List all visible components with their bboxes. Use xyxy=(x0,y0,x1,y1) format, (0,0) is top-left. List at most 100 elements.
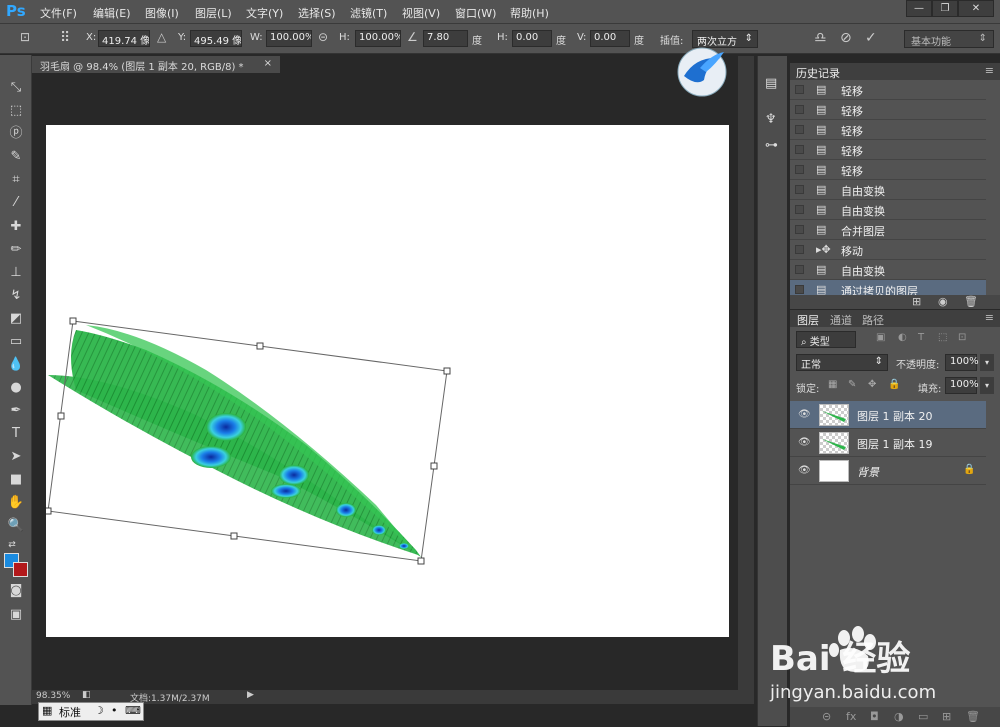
history-source-checkbox[interactable] xyxy=(795,285,804,294)
history-state[interactable]: ▤ 轻移 xyxy=(790,80,986,100)
layer-row[interactable]: 👁 背景 🔒 xyxy=(790,457,986,485)
horizontal-skew-field[interactable]: 0.00 xyxy=(512,30,552,47)
cancel-transform-icon[interactable]: ⊘ xyxy=(840,30,852,46)
menu-layer[interactable]: 图层(L) xyxy=(195,5,232,21)
layer-row[interactable]: 👁 图层 1 副本 20 xyxy=(790,401,986,429)
visibility-eye-icon[interactable]: 👁 xyxy=(798,437,811,448)
blend-mode-select[interactable]: 正常 ⇕ xyxy=(796,354,888,371)
menu-help[interactable]: 帮助(H) xyxy=(510,5,549,21)
filter-shape-icon[interactable]: ⬚ xyxy=(938,332,947,343)
lock-pixels-icon[interactable]: ✎ xyxy=(848,379,856,390)
swap-colors-icon[interactable]: ⇄ xyxy=(2,535,22,555)
ime-mode-label[interactable]: 标准 xyxy=(59,704,81,720)
quick-select-tool-icon[interactable]: ✎ xyxy=(6,147,26,167)
lasso-tool-icon[interactable]: ⓟ xyxy=(6,124,26,144)
lock-position-icon[interactable]: ✥ xyxy=(868,379,876,390)
history-source-checkbox[interactable] xyxy=(795,225,804,234)
layer-filter-select[interactable]: ⌕ 类型 xyxy=(796,331,856,348)
menu-window[interactable]: 窗口(W) xyxy=(455,5,496,21)
history-state[interactable]: ▤ 轻移 xyxy=(790,140,986,160)
width-field[interactable]: 100.00% xyxy=(266,30,312,47)
rectangle-tool-icon[interactable]: ■ xyxy=(6,470,26,490)
history-state[interactable]: ▤ 自由变换 xyxy=(790,200,986,220)
screen-mode-icon[interactable]: ▣ xyxy=(6,605,26,625)
commit-transform-icon[interactable]: ✓ xyxy=(865,30,877,46)
vertical-scrollbar[interactable] xyxy=(738,56,754,704)
tab-paths[interactable]: 路径 xyxy=(862,312,884,328)
opacity-field[interactable]: 100% xyxy=(945,354,979,371)
history-state[interactable]: ▤ 轻移 xyxy=(790,120,986,140)
gradient-tool-icon[interactable]: ▭ xyxy=(6,332,26,352)
fill-chevron-icon[interactable]: ▾ xyxy=(980,377,994,394)
eraser-tool-icon[interactable]: ◩ xyxy=(6,309,26,329)
healing-brush-tool-icon[interactable]: ✚ xyxy=(6,217,26,237)
rotation-field[interactable]: 7.80 xyxy=(423,30,468,47)
lock-transparent-icon[interactable]: ▦ xyxy=(828,379,837,390)
tab-layers[interactable]: 图层 xyxy=(797,312,819,328)
filter-type-icon[interactable]: T xyxy=(918,332,924,343)
history-brush-tool-icon[interactable]: ↯ xyxy=(6,286,26,306)
vertical-skew-field[interactable]: 0.00 xyxy=(590,30,630,47)
delta-icon[interactable]: △ xyxy=(157,30,166,44)
visibility-eye-icon[interactable]: 👁 xyxy=(798,409,811,420)
filter-adjustment-icon[interactable]: ◐ xyxy=(898,332,907,343)
warp-icon[interactable]: ♎ xyxy=(814,30,827,46)
restore-button[interactable]: ❐ xyxy=(932,0,958,17)
new-document-from-state-icon[interactable]: ⊞ xyxy=(912,295,921,308)
close-window-button[interactable]: ✕ xyxy=(958,0,994,17)
background-color-swatch[interactable] xyxy=(13,562,28,577)
reference-point-icon[interactable]: ⠿ xyxy=(60,30,70,46)
history-source-checkbox[interactable] xyxy=(795,165,804,174)
dodge-tool-icon[interactable]: ● xyxy=(6,378,26,398)
brush-tool-icon[interactable]: ✏ xyxy=(6,240,26,260)
history-source-checkbox[interactable] xyxy=(795,265,804,274)
punctuation-icon[interactable]: • xyxy=(111,704,118,717)
pen-tool-icon[interactable]: ✒ xyxy=(6,401,26,421)
history-state[interactable]: ▤ 自由变换 xyxy=(790,180,986,200)
lock-all-icon[interactable]: 🔒 xyxy=(888,379,900,390)
crop-tool-icon[interactable]: ⌗ xyxy=(6,170,26,190)
history-state[interactable]: ▤ 轻移 xyxy=(790,160,986,180)
history-source-checkbox[interactable] xyxy=(795,245,804,254)
height-field[interactable]: 100.00% xyxy=(355,30,401,47)
visibility-eye-icon[interactable]: 👁 xyxy=(798,465,811,476)
history-state[interactable]: ▸✥ 移动 xyxy=(790,240,986,260)
menu-type[interactable]: 文字(Y) xyxy=(246,5,283,21)
menu-edit[interactable]: 编辑(E) xyxy=(93,5,131,21)
transform-tool-icon[interactable]: ⊡ xyxy=(20,30,30,44)
minimize-button[interactable]: — xyxy=(906,0,932,17)
quick-mask-icon[interactable]: ◙ xyxy=(6,581,26,601)
status-arrow-icon[interactable]: ▶ xyxy=(247,690,254,700)
fill-field[interactable]: 100% xyxy=(945,377,979,394)
tab-history[interactable]: 历史记录 xyxy=(796,65,840,81)
history-state[interactable]: ▤ 轻移 xyxy=(790,100,986,120)
type-tool-icon[interactable]: T xyxy=(6,424,26,444)
path-select-tool-icon[interactable]: ➤ xyxy=(6,447,26,467)
history-source-checkbox[interactable] xyxy=(795,105,804,114)
history-source-checkbox[interactable] xyxy=(795,145,804,154)
x-position-field[interactable]: 419.74 像素 xyxy=(98,30,150,47)
link-icon[interactable]: ⊝ xyxy=(318,30,328,44)
document-tab[interactable]: 羽毛扇 @ 98.4% (图层 1 副本 20, RGB/8) * × xyxy=(32,56,280,73)
history-source-checkbox[interactable] xyxy=(795,85,804,94)
snapshot-icon[interactable]: ◉ xyxy=(938,295,948,308)
menu-select[interactable]: 选择(S) xyxy=(298,5,336,21)
history-state[interactable]: ▤ 自由变换 xyxy=(790,260,986,280)
zoom-tool-icon[interactable]: 🔍 xyxy=(6,516,26,536)
tab-channels[interactable]: 通道 xyxy=(830,312,852,328)
menu-file[interactable]: 文件(F) xyxy=(40,5,77,21)
status-menu-icon[interactable]: ◧ xyxy=(82,690,91,700)
eyedropper-tool-icon[interactable]: ⁄ xyxy=(6,193,26,213)
panel-menu-icon[interactable]: ≡ xyxy=(985,311,994,324)
blur-tool-icon[interactable]: 💧 xyxy=(6,355,26,375)
marquee-tool-icon[interactable]: ⬚ xyxy=(6,101,26,121)
history-source-checkbox[interactable] xyxy=(795,185,804,194)
brush-presets-icon[interactable]: ♆ xyxy=(765,112,777,127)
document-canvas[interactable] xyxy=(46,125,729,637)
history-state[interactable]: ▤ 合并图层 xyxy=(790,220,986,240)
opacity-chevron-icon[interactable]: ▾ xyxy=(980,354,994,371)
keyboard-icon[interactable]: ⌨ xyxy=(125,704,141,717)
layer-row[interactable]: 👁 图层 1 副本 19 xyxy=(790,429,986,457)
y-position-field[interactable]: 495.49 像素 xyxy=(190,30,242,47)
delete-state-icon[interactable]: 🗑 xyxy=(964,295,978,308)
